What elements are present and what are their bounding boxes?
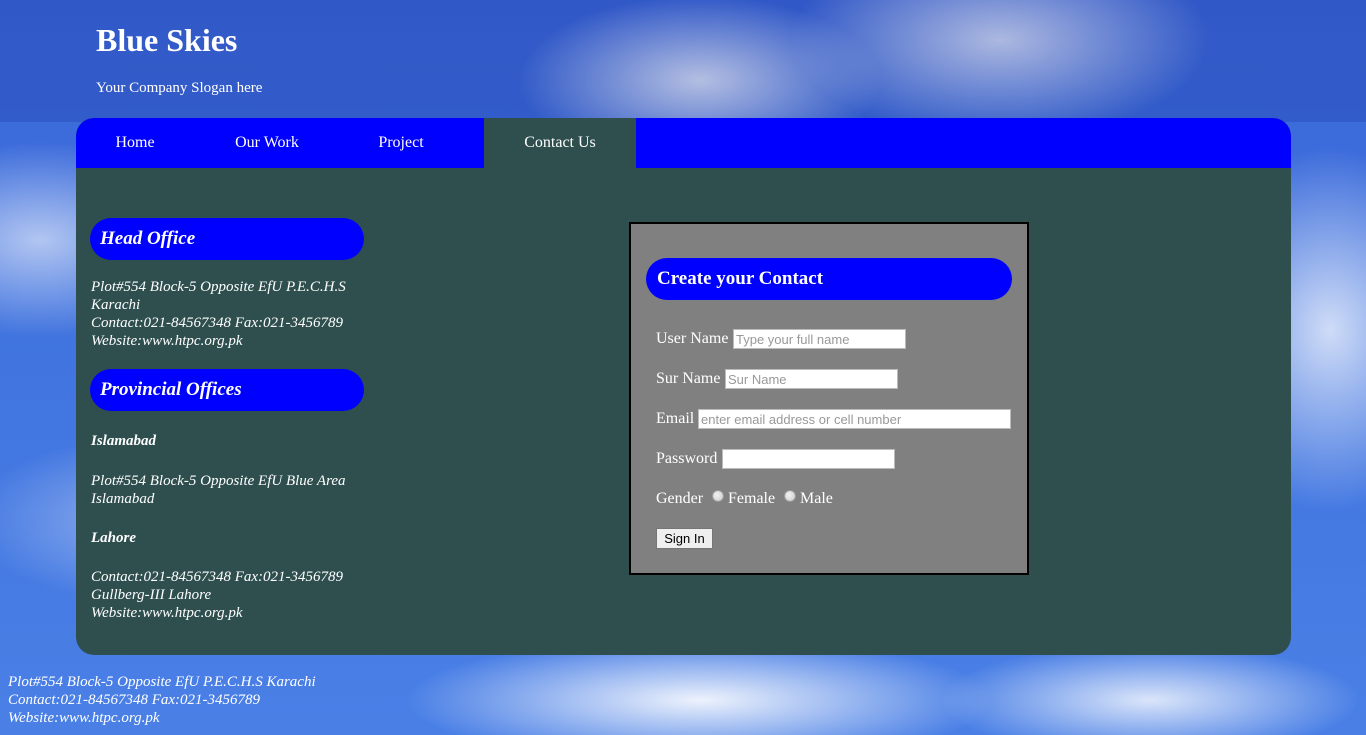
footer-contact: Contact:021-84567348 Fax:021-3456789 (8, 692, 261, 708)
sign-in-button[interactable]: Sign In (656, 528, 713, 549)
nav-item-our-work[interactable]: Our Work (206, 118, 328, 168)
islamabad-city: Islamabad (91, 433, 157, 449)
contact-form: Create your Contact User Name Sur Name E… (629, 222, 1029, 575)
nav-item-contact-us[interactable]: Contact Us (484, 118, 636, 168)
head-office-address-line2: Karachi (91, 297, 141, 313)
email-label: Email (656, 410, 695, 427)
gender-female-label: Female (728, 490, 776, 507)
gender-label: Gender (656, 490, 704, 507)
form-heading: Create your Contact (646, 258, 1012, 300)
surname-input[interactable] (725, 369, 898, 389)
gender-female-radio[interactable] (712, 490, 724, 502)
site-slogan: Your Company Slogan here (96, 80, 263, 96)
password-input[interactable] (722, 449, 895, 469)
password-label: Password (656, 450, 718, 467)
head-office-heading: Head Office (90, 218, 364, 260)
gender-male-radio[interactable] (784, 490, 796, 502)
head-office-contact: Contact:021-84567348 Fax:021-3456789 (91, 315, 344, 331)
lahore-address: Gullberg-III Lahore (91, 587, 212, 603)
provincial-offices-heading: Provincial Offices (90, 369, 364, 411)
gender-male-label: Male (800, 490, 833, 507)
username-input[interactable] (733, 329, 906, 349)
surname-label: Sur Name (656, 370, 721, 387)
footer-address: Plot#554 Block-5 Opposite EfU P.E.C.H.S … (8, 674, 316, 690)
lahore-website: Website:www.htpc.org.pk (91, 605, 243, 621)
nav-bar: Home Our Work Project Contact Us (76, 118, 1291, 168)
email-input[interactable] (698, 409, 1011, 429)
header-band (0, 0, 1366, 122)
nav-item-project[interactable]: Project (344, 118, 458, 168)
main-container: Home Our Work Project Contact Us Head Of… (76, 118, 1291, 655)
lahore-city: Lahore (91, 530, 136, 546)
islamabad-address-line2: Islamabad (91, 491, 155, 507)
islamabad-address-line1: Plot#554 Block-5 Opposite EfU Blue Area (91, 473, 346, 489)
lahore-contact: Contact:021-84567348 Fax:021-3456789 (91, 569, 344, 585)
username-label: User Name (656, 330, 729, 347)
head-office-address-line1: Plot#554 Block-5 Opposite EfU P.E.C.H.S (91, 279, 346, 295)
site-title: Blue Skies (96, 22, 238, 58)
head-office-website: Website:www.htpc.org.pk (91, 333, 243, 349)
footer-website: Website:www.htpc.org.pk (8, 710, 160, 726)
nav-item-home[interactable]: Home (76, 118, 194, 168)
